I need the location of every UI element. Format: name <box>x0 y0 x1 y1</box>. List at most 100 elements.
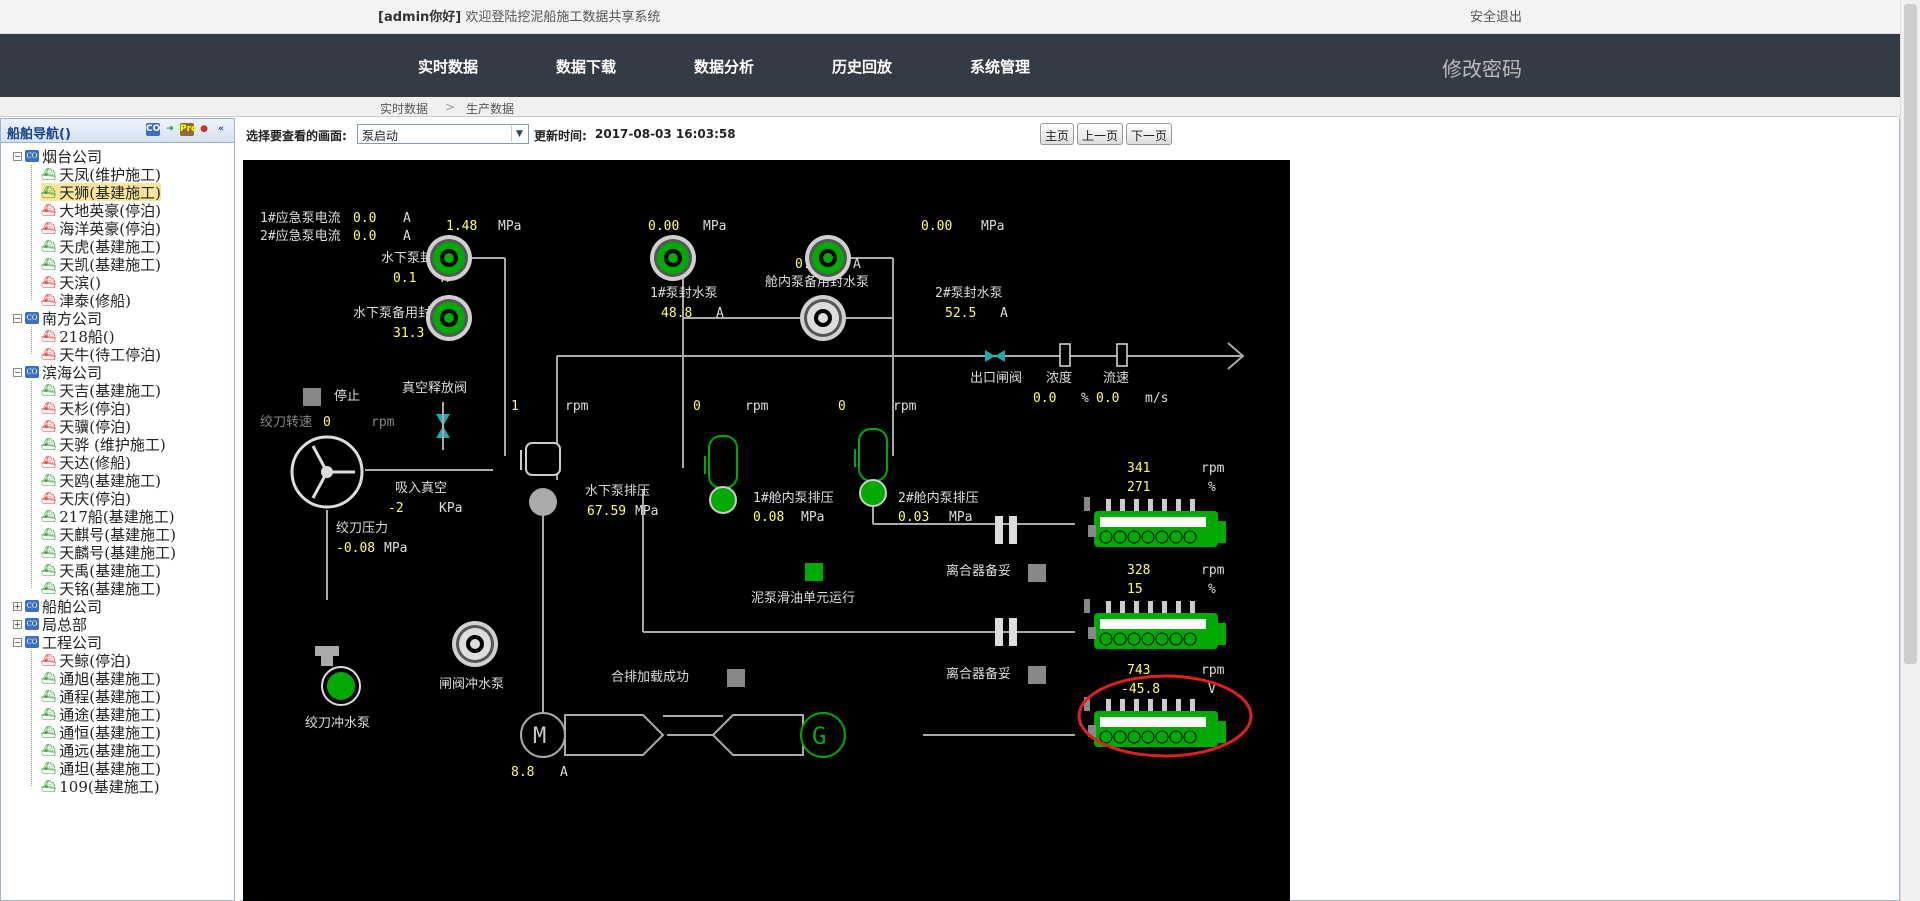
ib2-value: 0.03 <box>898 510 929 525</box>
p2-rpm-unit: rpm <box>893 399 917 414</box>
arrow-icon[interactable]: ➜ <box>163 123 177 136</box>
nav-system[interactable]: 系统管理 <box>970 56 1030 77</box>
collapse-icon[interactable]: « <box>214 123 228 136</box>
ship-icon: ⛴ <box>41 689 57 703</box>
p1-seal-current: 48.8 <box>661 306 692 321</box>
motor-current-unit: A <box>560 765 568 780</box>
nav-analysis[interactable]: 数据分析 <box>694 56 754 77</box>
tree-item-ship[interactable]: ⛴ 海洋英豪(停泊) <box>41 219 161 238</box>
prev-page-button[interactable]: 上一页 <box>1077 123 1124 145</box>
motor-symbol: M <box>533 724 546 749</box>
tree-item-ship[interactable]: ⛴ 通途(基建施工) <box>41 705 161 724</box>
tree-item-ship[interactable]: ⛴ 天杉(停泊) <box>41 399 131 418</box>
uw-backup-pump-icon[interactable] <box>426 295 472 341</box>
expand-icon[interactable]: + <box>13 619 22 629</box>
clutch1-indicator-icon <box>1028 564 1046 582</box>
logout-link[interactable]: 安全退出 <box>1470 6 1522 25</box>
tree-group[interactable]: − CO 烟台公司 <box>13 147 102 166</box>
tree-item-ship[interactable]: ⛴ 天鲸(停泊) <box>41 651 131 670</box>
tree-item-ship[interactable]: ⛴ 天麟号(基建施工) <box>41 543 176 562</box>
tree-item-ship[interactable]: ⛴ 天鸥(基建施工) <box>41 471 161 490</box>
pro-icon[interactable]: Pro <box>180 123 197 136</box>
tree-item-ship[interactable]: ⛴ 218船() <box>41 327 115 346</box>
tree-group[interactable]: + CO 局总部 <box>13 615 87 634</box>
gate-flush-pump-icon[interactable] <box>452 621 498 667</box>
tree-item-ship[interactable]: ⛴ 天庆(停泊) <box>41 489 131 508</box>
collapse-icon[interactable]: − <box>13 367 22 377</box>
vacuum-valve-icon[interactable] <box>436 402 450 450</box>
company-icon: CO <box>25 636 39 648</box>
tree-group[interactable]: + CO 船舶公司 <box>13 597 102 616</box>
tree-item-ship[interactable]: ⛴ 天虎(基建施工) <box>41 237 161 256</box>
tree-item-ship[interactable]: ⛴ 天凯(基建施工) <box>41 255 161 274</box>
p1-rpm-unit: rpm <box>745 399 769 414</box>
breadcrumb-root[interactable]: 实时数据 <box>380 100 428 117</box>
tree-connector <box>31 165 32 300</box>
collapse-icon[interactable]: − <box>13 151 22 161</box>
ship-icon: ⛴ <box>41 221 57 235</box>
tree-item-ship[interactable]: ⛴ 天铭(基建施工) <box>41 579 161 598</box>
tree-item-ship[interactable]: ⛴ 大地英豪(停泊) <box>41 201 161 220</box>
tree-item-ship[interactable]: ⛴ 天滨() <box>41 273 101 292</box>
tree-item-ship[interactable]: ⛴ 天吉(基建施工) <box>41 381 161 400</box>
engine3-icon <box>1083 696 1227 748</box>
page-scrollbar[interactable] <box>1900 0 1920 901</box>
tree-item-ship[interactable]: ⛴ 津泰(修船) <box>41 291 131 310</box>
pin-icon[interactable]: ● <box>197 123 211 136</box>
cutter-speed-unit: rpm <box>371 415 395 430</box>
clutch1-icon <box>995 516 1017 544</box>
tree-item-ship[interactable]: ⛴ 天达(修船) <box>41 453 131 472</box>
tree-item-ship[interactable]: ⛴ 通旭(基建施工) <box>41 669 161 688</box>
sidebar-title: 船舶导航() <box>7 127 71 142</box>
tree-group[interactable]: − CO 南方公司 <box>13 309 102 328</box>
ship-icon: ⛴ <box>41 401 57 415</box>
tree-item-ship[interactable]: ⛴ 通恒(基建施工) <box>41 723 161 742</box>
collapse-icon[interactable]: − <box>13 313 22 323</box>
tree-item-ship[interactable]: ⛴ 天凤(维护施工) <box>41 165 161 184</box>
nav-history[interactable]: 历史回放 <box>832 56 892 77</box>
company-icon[interactable]: CO <box>146 123 160 136</box>
home-button[interactable]: 主页 <box>1040 123 1075 145</box>
em2-label: 2#应急泵电流 <box>260 228 341 244</box>
collapse-icon[interactable]: − <box>13 637 22 647</box>
ship-icon: ⛴ <box>41 185 57 199</box>
p1-seal-pump-icon[interactable] <box>650 235 696 281</box>
tree-item-ship[interactable]: ⛴ 通坦(基建施工) <box>41 759 161 778</box>
sidebar-toolbar: CO ➜ Pro ● « <box>146 123 228 136</box>
tree-item-ship[interactable]: ⛴ 天麒号(基建施工) <box>41 525 176 544</box>
tree-item-ship[interactable]: ⛴ 通远(基建施工) <box>41 741 161 760</box>
outlet-valve-icon[interactable] <box>985 350 1005 362</box>
tree-group[interactable]: − CO 滨海公司 <box>13 363 102 382</box>
p2-seal-label: 2#泵封水泵 <box>935 286 1003 301</box>
p2-seal-pump-icon[interactable] <box>805 235 851 281</box>
engine2-percent-unit: % <box>1208 582 1216 597</box>
tree-item-ship[interactable]: ⛴ 通程(基建施工) <box>41 687 161 706</box>
ship-icon: ⛴ <box>41 653 57 667</box>
nav-download[interactable]: 数据下载 <box>556 56 616 77</box>
tree-item-ship[interactable]: ⛴ 天禹(基建施工) <box>41 561 161 580</box>
tree-item-ship[interactable]: ⛴ 天骥(停泊) <box>41 417 131 436</box>
scrollbar-thumb[interactable] <box>1904 4 1917 664</box>
screen-select[interactable]: 泵启动 ▼ <box>357 124 529 144</box>
next-page-button[interactable]: 下一页 <box>1126 123 1173 145</box>
em2-value: 0.0 <box>353 229 376 244</box>
tree-group[interactable]: − CO 工程公司 <box>13 633 102 652</box>
uw-seal-pump-icon[interactable] <box>426 235 472 281</box>
em1-value: 0.0 <box>353 211 376 226</box>
tree-item-ship[interactable]: ⛴ 天骅 (维护施工) <box>41 435 166 454</box>
engine1-rpm-unit: rpm <box>1201 461 1225 476</box>
tree-item-ship[interactable]: ⛴ 天牛(待工停泊) <box>41 345 161 364</box>
tree-item-ship[interactable]: ⛴ 109(基建施工) <box>41 777 160 796</box>
expand-icon[interactable]: + <box>13 601 22 611</box>
inboard-backup-pump-icon[interactable] <box>800 295 846 341</box>
company-icon: CO <box>25 600 39 612</box>
chevron-down-icon[interactable]: ▼ <box>511 126 527 142</box>
change-password-link[interactable]: 修改密码 <box>1442 53 1522 82</box>
nav-realtime[interactable]: 实时数据 <box>418 56 478 77</box>
top-bar: [admin你好] 欢迎登陆挖泥船施工数据共享系统 安全退出 <box>0 0 1900 34</box>
clutch1-label: 离合器备妥 <box>946 563 1011 579</box>
cutter-speed-label: 绞刀转速 <box>260 414 312 430</box>
tree-item-ship[interactable]: ⛴ 天狮(基建施工) <box>41 183 161 202</box>
tree-item-ship[interactable]: ⛴ 217船(基建施工) <box>41 507 175 526</box>
p1-seal-label: 1#泵封水泵 <box>650 286 718 301</box>
